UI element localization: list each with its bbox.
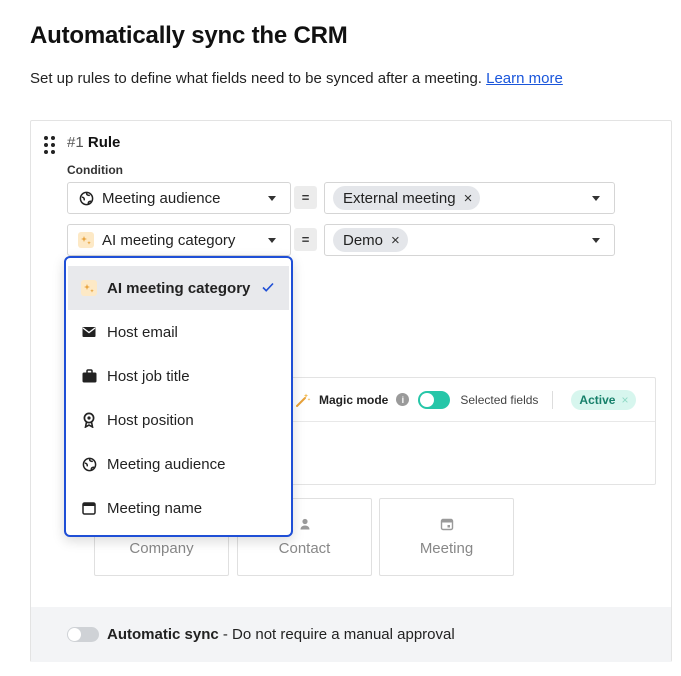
value-chip: External meeting × <box>333 186 481 210</box>
chip-label: Demo <box>343 231 384 249</box>
subtitle-text: Set up rules to define what fields need … <box>30 70 482 87</box>
condition-1-value-select[interactable]: External meeting × <box>324 182 615 214</box>
rule-number: #1 <box>67 134 84 151</box>
sparkle-icon <box>81 280 97 296</box>
auto-sync-toggle[interactable] <box>67 627 99 642</box>
status-badge-label: Active <box>579 392 616 407</box>
calendar-icon <box>81 500 97 516</box>
chevron-down-icon <box>592 238 600 243</box>
status-badge: Active × <box>571 389 637 410</box>
auto-sync-description: - Do not require a manual approval <box>218 626 455 643</box>
dropdown-item-label: Host email <box>107 323 178 341</box>
page-title: Automatically sync the CRM <box>30 22 348 49</box>
auto-sync-footer: Automatic sync - Do not require a manual… <box>31 607 671 662</box>
globe-icon <box>81 456 97 472</box>
condition-2-field-value: AI meeting category <box>102 231 236 249</box>
dropdown-item-label: AI meeting category <box>107 279 251 297</box>
fields-config-header: Magic mode i Selected fields Active × <box>265 378 655 422</box>
dropdown-item-host-job-title[interactable]: Host job title <box>68 354 289 398</box>
condition-2-value-select[interactable]: Demo × <box>324 224 615 256</box>
dropdown-item-label: Meeting name <box>107 499 203 517</box>
condition-1-field-value: Meeting audience <box>102 189 221 207</box>
magic-mode-toggle[interactable] <box>418 390 451 409</box>
selected-fields-label: Selected fields <box>460 392 539 407</box>
fields-config-box: Magic mode i Selected fields Active × <box>264 377 656 485</box>
dropdown-item-meeting-audience[interactable]: Meeting audience <box>68 442 289 486</box>
checkmark-icon <box>262 282 274 292</box>
value-chip: Demo × <box>333 228 408 252</box>
dropdown-item-meeting-name[interactable]: Meeting name <box>68 486 289 530</box>
condition-1-operator: = <box>294 186 317 209</box>
dropdown-item-ai-meeting-category[interactable]: AI meeting category <box>68 266 289 310</box>
condition-1-field-select[interactable]: Meeting audience <box>67 182 291 214</box>
magic-wand-icon <box>296 393 311 407</box>
condition-2-operator: = <box>294 228 317 251</box>
close-icon[interactable]: × <box>621 393 628 407</box>
chevron-down-icon <box>592 196 600 201</box>
learn-more-link[interactable]: Learn more <box>486 70 563 87</box>
globe-icon <box>78 190 94 206</box>
rule-label: Rule <box>87 134 121 151</box>
info-icon[interactable]: i <box>396 393 410 406</box>
close-icon[interactable]: × <box>391 232 400 249</box>
magic-mode-label: Magic mode <box>319 392 389 407</box>
chevron-down-icon <box>268 196 276 201</box>
rule-title: #1 Rule <box>67 134 120 151</box>
calendar-icon <box>440 518 453 531</box>
drag-handle-icon[interactable] <box>44 136 56 154</box>
dropdown-item-label: Host position <box>107 411 194 429</box>
object-card-label: Company <box>129 540 194 557</box>
dropdown-item-label: Meeting audience <box>107 455 226 473</box>
chip-label: External meeting <box>343 189 456 207</box>
condition-label: Condition <box>67 163 123 177</box>
field-dropdown-menu: AI meeting category Host email Host job … <box>64 256 293 537</box>
auto-sync-label: Automatic sync <box>107 626 219 643</box>
chevron-down-icon <box>268 238 276 243</box>
person-icon <box>300 518 309 530</box>
object-card-label: Contact <box>278 540 331 557</box>
dropdown-item-host-email[interactable]: Host email <box>68 310 289 354</box>
badge-icon <box>81 412 97 428</box>
dropdown-item-label: Host job title <box>107 367 190 385</box>
close-icon[interactable]: × <box>464 190 473 207</box>
dropdown-item-host-position[interactable]: Host position <box>68 398 289 442</box>
envelope-icon <box>81 324 97 340</box>
briefcase-icon <box>81 368 97 384</box>
divider <box>552 390 554 409</box>
page-subtitle: Set up rules to define what fields need … <box>30 70 563 87</box>
object-card-label: Meeting <box>419 540 474 557</box>
sparkle-icon <box>78 232 94 248</box>
object-card-meeting[interactable]: Meeting <box>379 498 514 576</box>
condition-2-field-select[interactable]: AI meeting category <box>67 224 291 256</box>
